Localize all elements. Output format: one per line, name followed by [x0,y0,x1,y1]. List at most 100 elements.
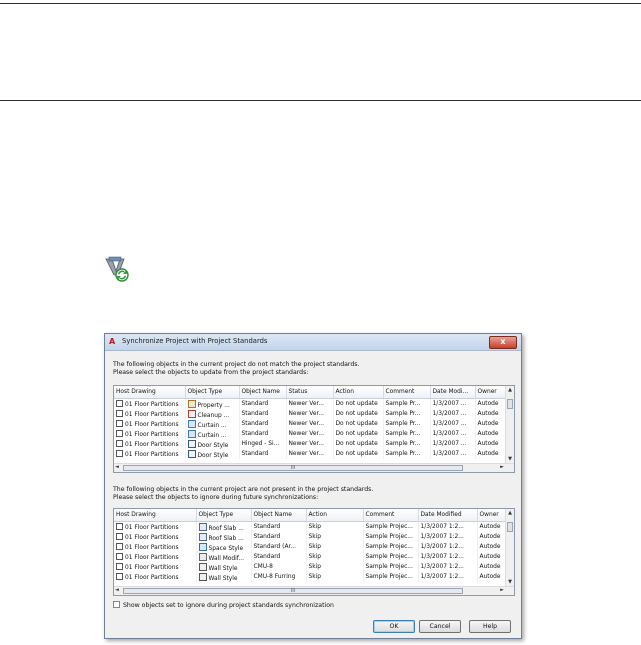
bottom-grid-cell-text: Skip [308,564,322,570]
top-grid-cell-text: Door Style [197,452,229,459]
bottom-grid-cell: Skip [306,532,364,542]
bottom-grid-cell-text: Skip [308,524,322,530]
bottom-grid-column-header[interactable]: Host Drawing ^ [114,509,197,522]
top-grid-column-label: Owner [477,389,497,395]
bottom-grid-horizontal-scrollbar[interactable]: ◄ III ► [114,586,514,595]
cancel-button[interactable]: Cancel [419,620,461,633]
table-row[interactable]: 01 Floor Partitions Wall Style CMU-8 Skip Sa… [114,562,508,572]
drawing-file-icon [116,450,123,457]
mismatched-objects-grid[interactable]: Host Drawing ^ Object Type Object Name Statu… [113,385,515,473]
table-row[interactable]: 01 Floor Partitions Space Style Standard (… [114,542,508,552]
top-grid-cell-text: Sample Pr... [385,451,421,457]
drawing-file-icon [116,400,123,407]
top-grid-cell-text: Sample Pr... [385,421,421,427]
top-grid-horizontal-scrollbar[interactable]: ◄ III ► [114,463,514,472]
table-row[interactable]: 01 Floor Partitions Door Style Standard New… [114,449,509,459]
top-grid-column-header[interactable]: Object Type [185,386,240,399]
bottom-grid-cell-text: 01 Floor Partitions [125,545,179,551]
top-grid-cell: Sample Pr... [383,398,431,409]
top-grid-cell-text: Autode [477,431,499,437]
bottom-grid-column-header[interactable]: Object Name [251,509,307,522]
bottom-grid-cell: Autode [477,521,508,532]
close-button[interactable]: x [489,336,517,349]
top-grid-scroll-thumb[interactable]: III [123,465,463,471]
top-grid-column-header[interactable]: Date Modi... [430,386,476,399]
top-grid-vertical-scrollbar[interactable]: ▲ ▼ [505,386,514,463]
bottom-grid-column-header[interactable]: Object Type [196,509,252,522]
ok-button[interactable]: OK [373,620,415,633]
top-grid-cell-text: Autode [477,451,499,457]
show-ignored-checkbox-row[interactable]: Show objects set to ignore during projec… [113,601,334,609]
table-row[interactable]: 01 Floor Partitions Curtain ... Standard Ne… [114,419,509,429]
top-grid-column-header[interactable]: Comment [383,386,431,399]
drawing-file-icon [116,563,123,570]
top-grid-cell-text: Sample Pr... [385,401,421,407]
top-grid-column-header[interactable]: Status [286,386,334,399]
bottom-grid-column-header[interactable]: Date Modified [418,509,478,522]
top-grid-cell-text: Curtain ... [197,422,227,429]
top-grid-column-header[interactable]: Host Drawing ^ [114,386,186,399]
drawing-file-icon [116,420,123,427]
top-grid-cell: Newer Ver... [286,419,334,429]
missing-objects-grid[interactable]: Host Drawing ^ Object Type Object Name Actio… [113,508,515,596]
sort-ascending-icon: ^ [147,386,152,391]
top-grid-cell: Autode [475,449,509,459]
bottom-grid-cell-text: 1/3/2007 1:2... [420,524,464,530]
bottom-grid-column-label: Owner [479,512,499,518]
bottom-grid-scroll-thumb[interactable]: III [123,588,463,594]
top-grid-column-header[interactable]: Object Name [239,386,287,399]
top-grid-column-header[interactable]: Action [333,386,384,399]
dialog-titlebar[interactable]: A Synchronize Project with Project Stand… [105,334,521,351]
table-row[interactable]: 01 Floor Partitions Wall Modif... Standard… [114,552,508,562]
bottom-grid-cell: Standard [251,521,307,532]
bottom-grid-cell-text: 1/3/2007 1:2... [420,554,464,560]
top-grid-cell: Do not update [333,398,384,409]
top-grid-cell-text: Curtain ... [197,432,227,439]
table-row[interactable]: 01 Floor Partitions Curtain ... Standard Ne… [114,429,509,439]
bottom-grid-cell: Autode [477,562,508,572]
table-row[interactable]: 01 Floor Partitions Cleanup ... Standard Ne… [114,409,509,419]
bottom-grid-column-header[interactable]: Comment [363,509,419,522]
bottom-grid-column-label: Action [308,512,327,518]
top-grid-cell-text: Sample Pr... [385,441,421,447]
bottom-grid-cell-text: Standard [253,524,281,530]
bottom-grid-column-label: Object Name [253,512,292,518]
table-row[interactable]: 01 Floor Partitions Roof Slab ... Standard… [114,521,508,532]
help-button[interactable]: Help [469,620,511,633]
wall-style-icon [198,572,207,581]
top-grid-cell: Autode [475,409,509,419]
synchronize-standards-icon [104,255,130,283]
top-grid-cell: Do not update [333,439,384,449]
bottom-grid-cell: 01 Floor Partitions [114,542,197,552]
top-grid-cell-text: Standard [241,401,269,407]
top-grid-cell-text: Newer Ver... [288,451,324,457]
show-ignored-checkbox[interactable] [113,601,120,608]
bottom-grid-cell: 01 Floor Partitions [114,572,197,582]
bottom-grid-vertical-scrollbar[interactable]: ▲ ▼ [505,509,514,586]
bottom-grid-column-header[interactable]: Owner [477,509,508,522]
bottom-grid-column-header[interactable]: Action [306,509,364,522]
bottom-grid-cell-text: 01 Floor Partitions [125,575,179,581]
top-grid-cell-text: Standard [241,411,269,417]
top-grid-cell-text: 01 Floor Partitions [125,422,179,428]
top-grid-cell-text: Newer Ver... [288,441,324,447]
table-row[interactable]: 01 Floor Partitions Wall Style CMU-8 Furri… [114,572,508,582]
table-row[interactable]: 01 Floor Partitions Door Style Hinged - Si… [114,439,509,449]
top-grid-cell-text: Standard [241,431,269,437]
table-row[interactable]: 01 Floor Partitions Roof Slab ... Standard… [114,532,508,542]
bottom-grid-cell-text: Skip [308,574,322,580]
wall-modifier-icon [198,552,207,561]
bottom-grid-cell-text: Sample Projec... [365,564,413,570]
bottom-grid-cell: Sample Projec... [363,562,419,572]
bottom-grid-cell-text: Skip [308,554,322,560]
top-grid-cell: Autode [475,429,509,439]
table-row[interactable]: 01 Floor Partitions Property ... Standard N… [114,398,509,409]
bottom-grid-cell: Standard (Ar... [251,542,307,552]
bottom-grid-cell: 1/3/2007 1:2... [418,562,478,572]
bottom-grid-cell-text: Autode [479,524,501,530]
bottom-grid-cell: 01 Floor Partitions [114,532,197,542]
top-grid-cell: 1/3/2007 ... [430,429,476,439]
top-grid-cell: Newer Ver... [286,409,334,419]
bottom-grid-cell-text: Autode [479,554,501,560]
top-grid-column-header[interactable]: Owner [475,386,509,399]
